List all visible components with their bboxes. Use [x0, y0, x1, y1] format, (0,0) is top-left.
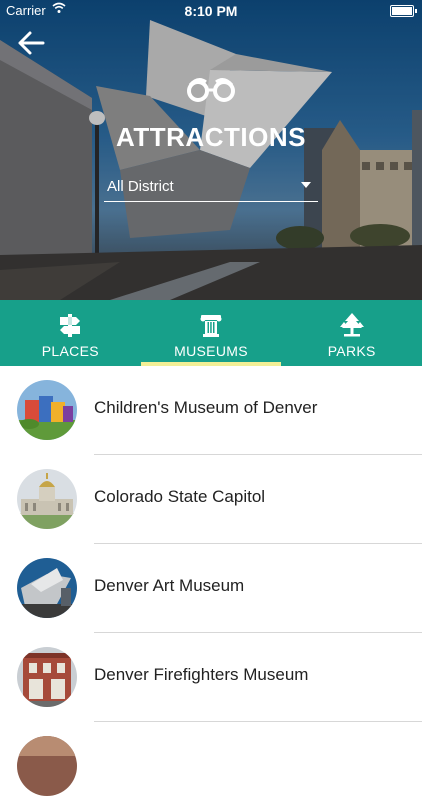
battery-icon: [390, 5, 417, 17]
list-item[interactable]: Denver Firefighters Museum: [0, 633, 422, 722]
tab-places[interactable]: PLACES: [0, 300, 141, 366]
page-title: ATTRACTIONS: [116, 122, 306, 152]
list-item-title: Denver Art Museum: [94, 576, 245, 595]
signpost-icon: [60, 314, 81, 337]
hero-banner: Carrier 8:10 PM ATTRACTIONS All District: [0, 0, 422, 300]
tree-icon: [339, 313, 364, 337]
back-arrow-icon[interactable]: [16, 30, 46, 56]
state-capitol-thumbnail: [17, 469, 77, 529]
tab-parks[interactable]: PARKS: [281, 300, 422, 366]
chevron-down-icon: [301, 182, 311, 188]
tab-places-label: PLACES: [41, 343, 99, 359]
tab-parks-label: PARKS: [327, 343, 376, 359]
district-dropdown[interactable]: All District: [104, 172, 318, 202]
firefighters-museum-thumbnail: [17, 647, 77, 707]
partial-thumbnail: [17, 736, 77, 796]
column-icon: [200, 315, 222, 337]
childrens-museum-thumbnail: [17, 380, 77, 440]
binoculars-icon: [187, 78, 235, 102]
list-item-title: Denver Firefighters Museum: [94, 665, 309, 684]
list-item[interactable]: Children's Museum of Denver: [0, 366, 422, 455]
category-tabs: PLACES MUSEUMS PARKS: [0, 300, 422, 366]
art-museum-thumbnail: [17, 558, 77, 618]
museum-list: Children's Museum of Denver Colorado Sta…: [0, 366, 422, 811]
tab-museums[interactable]: MUSEUMS: [140, 300, 282, 366]
tab-museums-label: MUSEUMS: [174, 343, 248, 359]
list-item[interactable]: Colorado State Capitol: [0, 455, 422, 544]
list-item[interactable]: Denver Art Museum: [0, 544, 422, 633]
list-item-title: Colorado State Capitol: [94, 487, 266, 506]
status-bar: Carrier 8:10 PM: [0, 0, 422, 22]
list-item-title: Children's Museum of Denver: [94, 398, 318, 417]
status-time: 8:10 PM: [184, 3, 238, 19]
district-value: All District: [107, 178, 174, 195]
list-item[interactable]: [0, 722, 422, 811]
